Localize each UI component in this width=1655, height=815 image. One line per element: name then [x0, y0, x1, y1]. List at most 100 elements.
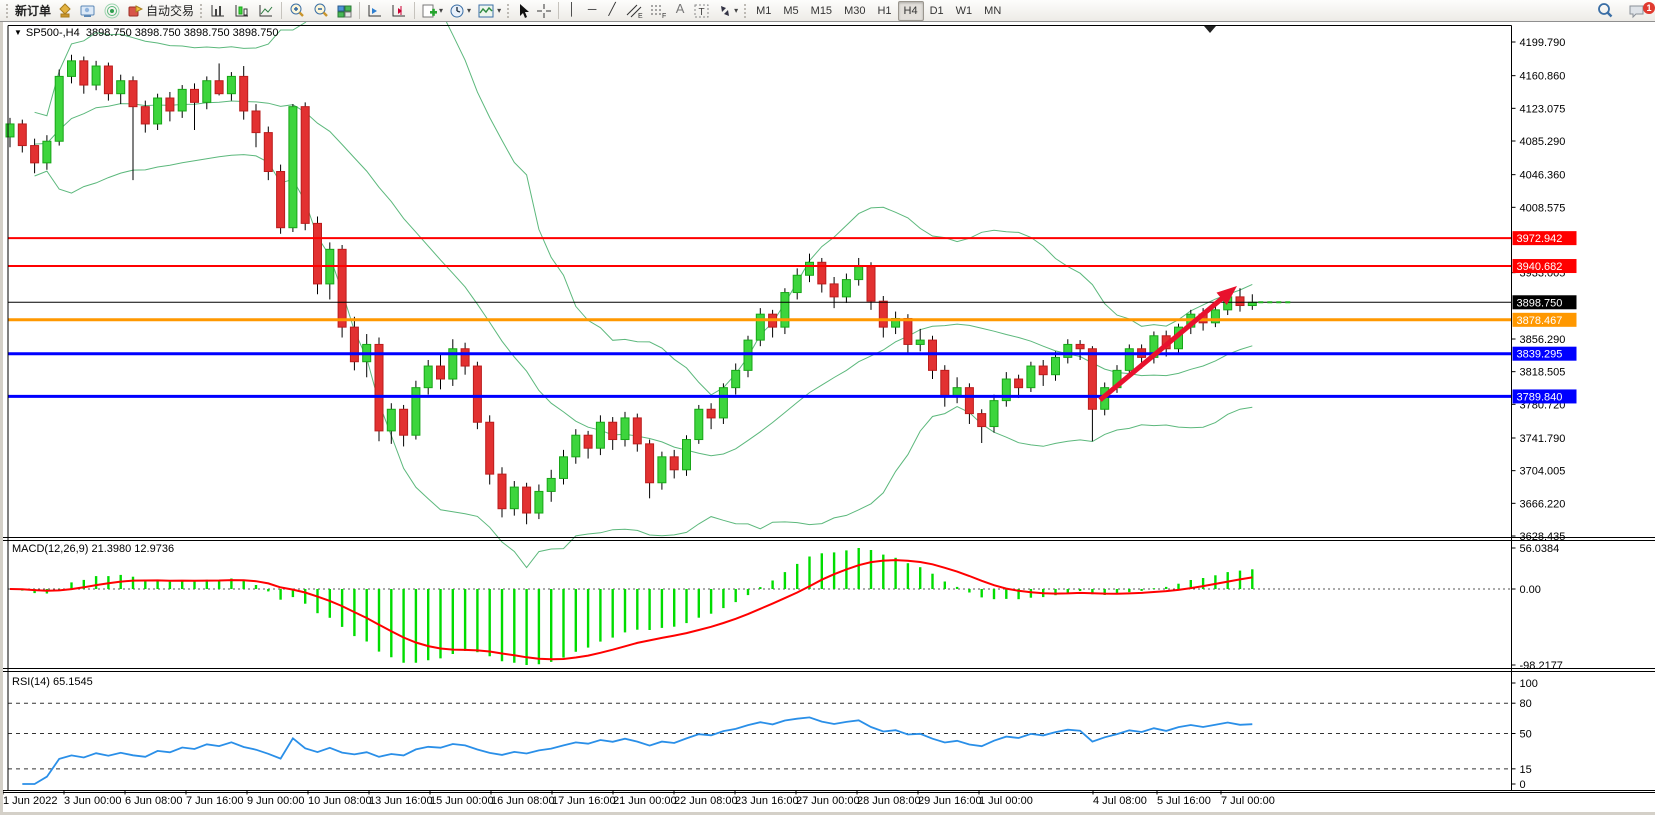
- profile-icon[interactable]: [76, 1, 100, 21]
- toolbar-separator: [558, 2, 559, 19]
- time-axis-label: 17 Jun 16:00: [552, 795, 616, 807]
- rsi-line: [22, 717, 1252, 784]
- candle-body: [904, 318, 912, 344]
- candle-body: [670, 457, 678, 470]
- candle-body: [314, 223, 322, 284]
- line-chart-icon[interactable]: [254, 1, 278, 21]
- notifications-button[interactable]: 1: [1625, 1, 1649, 21]
- price-chart-canvas[interactable]: 4199.7904160.8604123.0754085.2904046.360…: [0, 22, 1655, 815]
- candle-body: [744, 340, 752, 370]
- new-chart-button[interactable]: ▾: [418, 1, 446, 21]
- timeframe-H1[interactable]: H1: [871, 1, 897, 21]
- candle-body: [18, 124, 26, 146]
- new-order-button[interactable]: 新订单: [12, 1, 54, 21]
- symbol-dropdown-icon[interactable]: ▼: [14, 28, 22, 37]
- arrows-tool[interactable]: ▾: [714, 1, 741, 21]
- price-axis-label: 3628.435: [1520, 531, 1566, 543]
- timeframe-M5[interactable]: M5: [777, 1, 804, 21]
- text-label-tool[interactable]: T: [690, 1, 714, 21]
- vertical-line-tool[interactable]: │: [562, 1, 582, 21]
- price-axis-label: 4123.075: [1520, 103, 1566, 115]
- chevron-down-icon: ▾: [734, 6, 738, 15]
- candle-body: [104, 66, 112, 94]
- rsi-axis-label: 50: [1520, 729, 1532, 741]
- candle-body: [584, 435, 592, 448]
- timeframe-H4[interactable]: H4: [898, 1, 924, 21]
- toolbar-separator: [281, 2, 282, 19]
- candle-body: [965, 388, 973, 414]
- zoom-out-icon[interactable]: [309, 1, 333, 21]
- text-tool[interactable]: A: [670, 1, 690, 21]
- macd-indicator-label: MACD(12,26,9) 21.3980 12.9736: [12, 543, 174, 555]
- autotrading-button[interactable]: 自动交易: [124, 1, 197, 21]
- candle-body: [1052, 357, 1060, 374]
- search-icon[interactable]: [1593, 1, 1617, 21]
- candle-body: [461, 349, 469, 366]
- candle-body: [547, 478, 555, 491]
- price-axis-label: 4199.790: [1520, 37, 1566, 49]
- candle-body: [400, 409, 408, 435]
- timeframe-M30[interactable]: M30: [838, 1, 871, 21]
- time-axis-label: 5 Jul 16:00: [1157, 795, 1211, 807]
- equidistant-channel-tool[interactable]: E: [622, 1, 646, 21]
- auto-scroll-icon[interactable]: [387, 1, 411, 21]
- candlestick-chart-icon[interactable]: [230, 1, 254, 21]
- macd-axis-label: 0.00: [1520, 584, 1541, 596]
- tile-windows-icon[interactable]: [333, 1, 356, 21]
- timeframe-D1[interactable]: D1: [924, 1, 950, 21]
- price-axis-label: 4085.290: [1520, 136, 1566, 148]
- price-line-badge-value: 3878.467: [1517, 315, 1563, 327]
- price-line-badge-value: 3789.840: [1517, 391, 1563, 403]
- timeframe-W1[interactable]: W1: [950, 1, 979, 21]
- candle-body: [1076, 344, 1084, 348]
- svg-text:F: F: [662, 13, 666, 19]
- price-axis-label: 3704.005: [1520, 466, 1566, 478]
- bar-chart-icon[interactable]: [206, 1, 230, 21]
- candle-body: [55, 76, 63, 141]
- chart-shift-icon[interactable]: [363, 1, 387, 21]
- main-toolbar: 新订单 自动交易 ▾ ▾: [0, 0, 1655, 22]
- candle-body: [781, 293, 789, 328]
- candle-body: [1027, 366, 1035, 388]
- time-axis-label: 3 Jun 00:00: [64, 795, 122, 807]
- price-line-badge-value: 3972.942: [1517, 233, 1563, 245]
- horizontal-line-tool[interactable]: ─: [582, 1, 602, 21]
- candle-body: [990, 401, 998, 427]
- zoom-in-icon[interactable]: [285, 1, 309, 21]
- rsi-axis-label: 0: [1520, 779, 1526, 791]
- time-axis-label: 6 Jun 08:00: [125, 795, 183, 807]
- candle-body: [978, 414, 986, 427]
- signal-icon[interactable]: [100, 1, 124, 21]
- rsi-axis-label: 100: [1520, 678, 1538, 690]
- candle-body: [289, 107, 297, 228]
- candle-body: [264, 133, 272, 172]
- template-button[interactable]: ▾: [474, 1, 504, 21]
- candle-body: [879, 301, 887, 327]
- candle-body: [68, 61, 76, 77]
- autotrading-label: 自动交易: [146, 2, 194, 19]
- candle-body: [1125, 349, 1133, 371]
- toolbar-grip: [199, 3, 204, 19]
- notification-badge: 1: [1643, 2, 1655, 14]
- toolbar-separator: [414, 2, 415, 19]
- time-axis-label: 27 Jun 00:00: [796, 795, 860, 807]
- time-axis-label: 16 Jun 08:00: [491, 795, 555, 807]
- price-line-badge-value: 3839.295: [1517, 349, 1563, 361]
- timeframe-MN[interactable]: MN: [978, 1, 1007, 21]
- candle-body: [658, 457, 666, 483]
- fibonacci-tool[interactable]: F: [646, 1, 670, 21]
- stamp-icon[interactable]: [54, 1, 76, 21]
- chart-window[interactable]: 4199.7904160.8604123.0754085.2904046.360…: [0, 22, 1655, 815]
- candle-body: [793, 275, 801, 292]
- crosshair-tool[interactable]: [533, 1, 555, 21]
- timeframe-M1[interactable]: M1: [750, 1, 777, 21]
- timeframe-M15[interactable]: M15: [805, 1, 838, 21]
- cursor-tool[interactable]: [513, 1, 533, 21]
- price-axis-label: 4008.575: [1520, 202, 1566, 214]
- symbol-period-label: SP500-,H4: [26, 27, 80, 39]
- candle-body: [92, 66, 100, 85]
- macd-axis-label: 56.0384: [1520, 543, 1560, 555]
- trendline-tool[interactable]: ╱: [602, 1, 622, 21]
- candle-body: [535, 491, 543, 513]
- period-clock-button[interactable]: ▾: [446, 1, 474, 21]
